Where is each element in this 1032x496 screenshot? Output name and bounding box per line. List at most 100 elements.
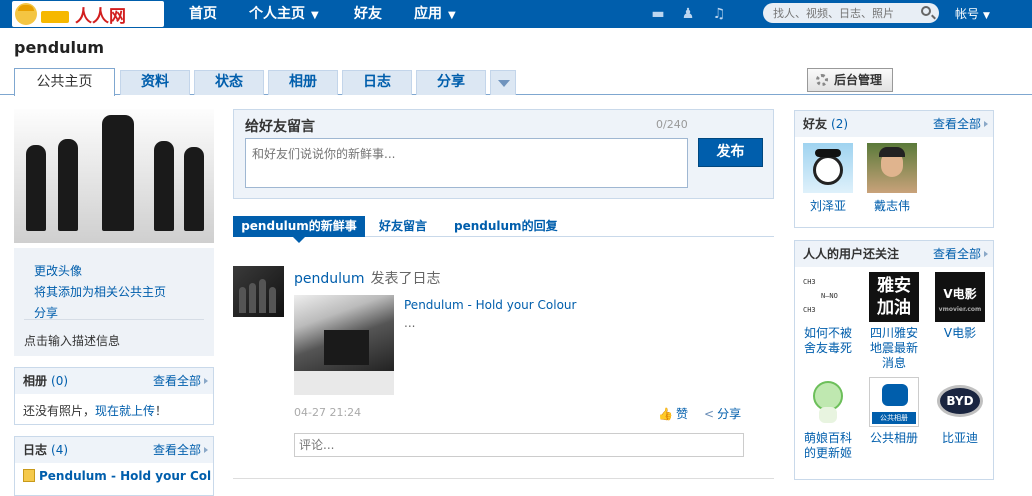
band-member [259, 279, 266, 313]
message-input[interactable] [245, 138, 688, 188]
friends-header: 好友 (2) 查看全部 [795, 111, 993, 137]
bell-icon[interactable]: ♫ [710, 5, 728, 23]
blog-header: 日志 (4) 查看全部 [15, 437, 213, 463]
nav-home[interactable]: 首页 [189, 0, 217, 28]
friends-count: (2) [831, 117, 849, 131]
album-header: 相册 (0) 查看全部 [15, 368, 213, 394]
follow-item[interactable]: CH3 N—NO CH3 如何不被 舍友毒死 [803, 272, 853, 356]
nav-friends[interactable]: 好友 [354, 0, 382, 28]
chevron-down-icon: ▼ [311, 10, 319, 21]
truck-icon [41, 11, 69, 23]
note-icon [23, 469, 35, 482]
tab-album[interactable]: 相册 [268, 70, 338, 95]
admin-button[interactable]: 后台管理 [807, 68, 893, 92]
publish-button[interactable]: 发布 [698, 138, 763, 167]
message-icon[interactable]: ▬ [649, 5, 667, 23]
thumbnail-image [294, 295, 394, 371]
friend-item[interactable]: 戴志伟 [867, 143, 917, 214]
logo-text: N—NO [821, 292, 838, 300]
logo-text: 人人网 [75, 6, 126, 27]
tab-more-dropdown[interactable] [490, 70, 516, 95]
tab-public-home[interactable]: 公共主页 [14, 68, 115, 96]
divider [24, 319, 204, 320]
blog-item-link[interactable]: Pendulum - Hold your Col [39, 469, 211, 483]
feed-timestamp: 04-27 21:24 [294, 406, 362, 419]
search-box [763, 3, 939, 23]
tab-status[interactable]: 状态 [194, 70, 264, 95]
follow-name: V电影 [943, 326, 977, 340]
like-label: 赞 [675, 407, 688, 421]
search-icon[interactable] [921, 6, 931, 16]
tab-replies[interactable]: pendulum的回复 [454, 216, 558, 237]
logo-text: CH3 [803, 278, 816, 286]
share-icon: < [704, 407, 715, 421]
feed-avatar[interactable] [233, 266, 284, 317]
public-album-logo: 公共相册 [869, 377, 919, 427]
tab-blog[interactable]: 日志 [342, 70, 412, 95]
follow-item[interactable]: V电影 vmovier.com V电影 [935, 272, 985, 341]
album-view-all[interactable]: 查看全部 [153, 368, 209, 394]
feed-user-link[interactable]: pendulum [294, 271, 365, 287]
friend-name: 刘泽亚 [809, 199, 846, 213]
admin-label: 后台管理 [834, 73, 883, 87]
renren-logo[interactable]: 人人网 [12, 1, 164, 27]
feed-blog-title[interactable]: Pendulum - Hold your Colour [404, 298, 576, 312]
gear-icon [816, 74, 828, 86]
also-follow-view-all[interactable]: 查看全部 [933, 241, 989, 267]
friend-avatar [867, 143, 917, 193]
follow-item[interactable]: 公共相册 公共相册 [869, 377, 919, 446]
tab-news-feed[interactable]: pendulum的新鲜事 [233, 216, 365, 243]
band-member [26, 145, 46, 231]
tab-guestbook[interactable]: 好友留言 [379, 216, 427, 237]
follow-item[interactable]: 萌娘百科 的更新姬 [803, 377, 853, 461]
follow-name: 四川雅安 地震最新 消息 [869, 326, 918, 370]
feed-action: 发表了日志 [370, 271, 441, 287]
blog-view-all[interactable]: 查看全部 [153, 437, 209, 463]
share-button[interactable]: < 分享 [704, 405, 741, 422]
feed-tabs: pendulum的新鲜事 好友留言 pendulum的回复 [233, 214, 774, 243]
comment-input[interactable] [294, 433, 744, 457]
follow-item[interactable]: BYD 比亚迪 [935, 377, 985, 446]
chevron-down-icon: ▼ [448, 10, 456, 21]
page-title: pendulum [14, 38, 105, 57]
blog-panel: 日志 (4) 查看全部 Pendulum - Hold your Col [14, 436, 214, 496]
follow-item[interactable]: 雅安 加油 四川雅安 地震最新 消息 [869, 272, 919, 371]
account-menu[interactable]: 帐号 ▼ [955, 0, 990, 28]
profile-photo[interactable] [14, 109, 214, 243]
tab-info[interactable]: 资料 [120, 70, 190, 95]
add-friend-icon[interactable]: ♟ [679, 5, 697, 23]
like-button[interactable]: 👍 赞 [658, 405, 688, 422]
friend-item[interactable]: 刘泽亚 [803, 143, 853, 214]
account-label: 帐号 [955, 7, 980, 21]
change-avatar-link[interactable]: 更改头像 [34, 262, 82, 279]
blog-count: (4) [51, 443, 69, 457]
friends-view-all[interactable]: 查看全部 [933, 111, 989, 137]
search-input[interactable] [763, 3, 913, 23]
nav-apps-label: 应用 [414, 6, 442, 22]
follow-name: 比亚迪 [941, 431, 978, 445]
add-related-page-link[interactable]: 将其添加为相关公共主页 [34, 283, 166, 300]
profile-actions: 更改头像 将其添加为相关公共主页 分享 点击输入描述信息 [14, 248, 214, 356]
share-label: 分享 [717, 407, 742, 421]
band-member [249, 283, 256, 313]
description-placeholder[interactable]: 点击输入描述信息 [24, 332, 120, 349]
char-counter: 0/240 [656, 118, 688, 131]
album-empty-message: 还没有照片，现在就上传！ [15, 394, 213, 427]
nav-apps[interactable]: 应用 ▼ [414, 0, 456, 28]
logo-text: CH3 [803, 306, 816, 314]
friend-name: 戴志伟 [873, 199, 910, 213]
tab-share[interactable]: 分享 [416, 70, 486, 95]
moe-logo [803, 377, 853, 427]
thumbs-up-icon: 👍 [658, 407, 673, 421]
nav-profile[interactable]: 个人主页 ▼ [249, 0, 319, 28]
message-box: 给好友留言 0/240 发布 [233, 109, 774, 199]
also-follow-header: 人人的用户还关注 查看全部 [795, 241, 993, 267]
upload-link[interactable]: 现在就上传 [95, 404, 155, 418]
blog-list-item: Pendulum - Hold your Col [15, 463, 213, 489]
friends-panel: 好友 (2) 查看全部 刘泽亚 戴志伟 [794, 110, 994, 228]
logo-text: vmovier.com [938, 306, 982, 313]
album-panel: 相册 (0) 查看全部 还没有照片，现在就上传！ [14, 367, 214, 425]
mascot-icon [15, 3, 37, 25]
follow-name: 公共相册 [869, 431, 918, 445]
blog-thumbnail[interactable] [294, 295, 394, 395]
